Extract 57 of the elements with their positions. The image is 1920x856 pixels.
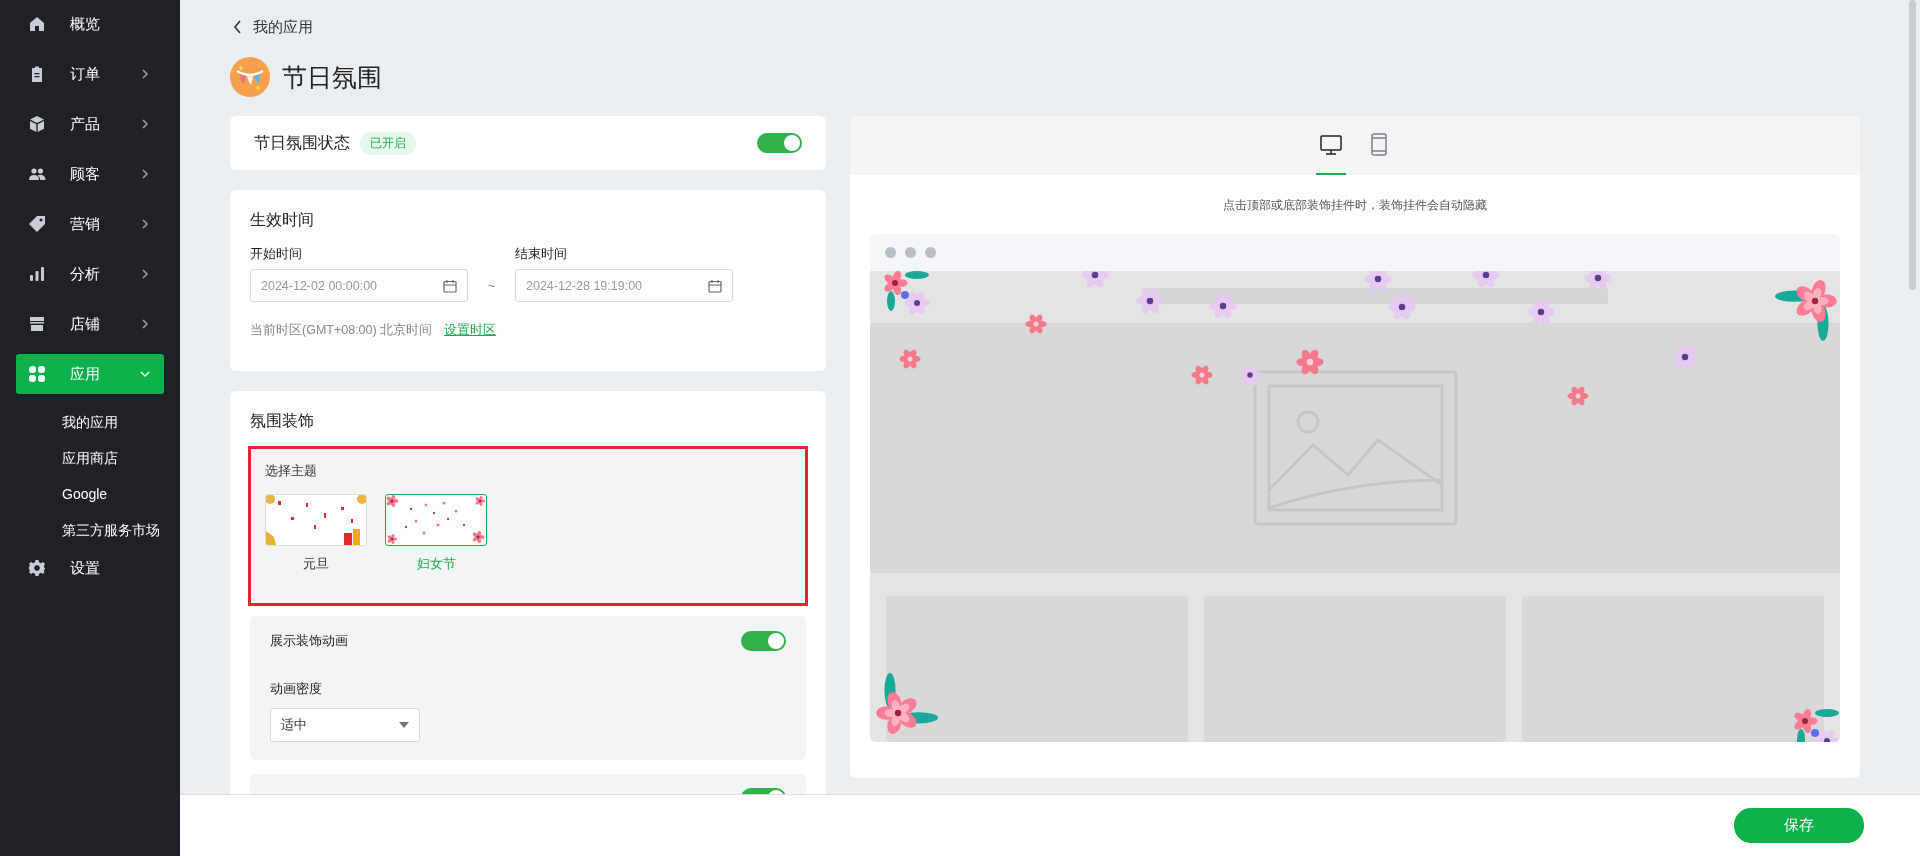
people-icon: [28, 165, 46, 183]
sidebar-item[interactable]: 概览: [16, 4, 164, 44]
card-title: 生效时间: [250, 210, 314, 230]
back-icon: [233, 20, 243, 34]
submenu-item[interactable]: 第三方服务市场: [62, 512, 160, 548]
chevron-icon: [140, 119, 150, 129]
bunting-icon: [230, 57, 270, 97]
animation-toggle[interactable]: [741, 631, 786, 651]
home-icon: [28, 15, 46, 33]
chevron-icon: [140, 69, 150, 79]
sidebar-item[interactable]: 店铺: [16, 304, 164, 344]
range-separator: ~: [486, 277, 497, 295]
grid-icon: [28, 365, 46, 383]
tag-icon: [28, 215, 46, 233]
chevron-icon: [140, 369, 150, 379]
sidebar-item[interactable]: 分析: [16, 254, 164, 294]
theme-label: 选择主题: [265, 462, 317, 480]
preview-hint: 点击顶部或底部装饰挂件时，装饰挂件会自动隐藏: [1223, 197, 1487, 214]
timezone-text: 当前时区(GMT+08:00) 北京时间: [250, 322, 433, 339]
image-placeholder-icon: [1252, 370, 1458, 526]
back-link[interactable]: 我的应用: [233, 14, 313, 40]
settings-icon: [28, 559, 46, 577]
submenu-item[interactable]: 应用商店: [62, 440, 118, 476]
status-label: 节日氛围状态: [254, 132, 350, 153]
sidebar-item[interactable]: 营销: [16, 204, 164, 244]
start-time-field[interactable]: 2024-12-02 00:00:00: [250, 269, 468, 302]
chevron-icon: [140, 219, 150, 229]
window-dot: [885, 247, 896, 258]
animation-label: 展示装饰动画: [270, 632, 348, 650]
theme-option[interactable]: 元旦: [265, 494, 367, 573]
window-dot: [905, 247, 916, 258]
card-title: 氛围装饰: [250, 411, 314, 431]
submenu-item[interactable]: Google: [62, 476, 108, 512]
end-time-label: 结束时间: [515, 245, 567, 263]
chevron-icon: [140, 269, 150, 279]
scrollbar[interactable]: [1909, 0, 1916, 290]
store-icon: [28, 315, 46, 333]
calendar-icon: [443, 279, 457, 293]
chevron-icon: [140, 319, 150, 329]
density-label: 动画密度: [270, 680, 322, 698]
status-toggle[interactable]: [757, 133, 802, 153]
window-dot: [925, 247, 936, 258]
calendar-icon: [708, 279, 722, 293]
sidebar-item[interactable]: 产品: [16, 104, 164, 144]
sidebar-item[interactable]: 订单: [16, 54, 164, 94]
caret-icon: [399, 722, 409, 728]
status-badge: 已开启: [360, 131, 416, 155]
density-select[interactable]: 适中: [270, 708, 420, 742]
chevron-icon: [140, 169, 150, 179]
sidebar-item[interactable]: 顾客: [16, 154, 164, 194]
start-time-label: 开始时间: [250, 245, 302, 263]
box-icon: [28, 115, 46, 133]
sidebar-item[interactable]: 设置: [16, 548, 164, 588]
submenu-item[interactable]: 我的应用: [62, 404, 118, 440]
end-time-field[interactable]: 2024-12-28 19:19:00: [515, 269, 733, 302]
page-title: 节日氛围: [282, 61, 382, 93]
bar-chart-icon: [28, 265, 46, 283]
